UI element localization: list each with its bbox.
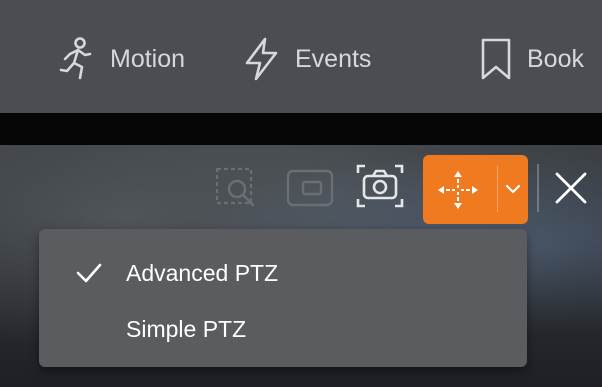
close-icon[interactable]: [553, 170, 589, 206]
nav-item-bookmarks-label: Book: [527, 44, 584, 73]
snapshot-icon[interactable]: [355, 163, 405, 209]
divider-bar: [0, 113, 602, 145]
ptz-move-icon: [438, 171, 478, 209]
ptz-mode-menu: Advanced PTZ Simple PTZ: [39, 229, 527, 367]
checkmark-icon: [76, 263, 102, 283]
lightning-icon: [245, 37, 278, 81]
picture-in-picture-icon[interactable]: [285, 168, 335, 208]
zoom-region-icon[interactable]: [213, 165, 259, 211]
nav-item-bookmarks[interactable]: Book: [479, 34, 584, 84]
nav-item-motion-label: Motion: [110, 44, 186, 73]
bookmark-icon: [481, 38, 511, 80]
toolbar-separator: [537, 164, 539, 212]
ptz-button-divider: [497, 166, 498, 212]
menu-item-advanced-ptz[interactable]: Advanced PTZ: [39, 251, 527, 295]
nav-item-motion[interactable]: Motion: [56, 34, 185, 84]
ptz-button[interactable]: [423, 155, 528, 224]
nav-item-events[interactable]: Events: [243, 34, 371, 84]
menu-item-label: Advanced PTZ: [126, 259, 279, 286]
menu-item-label: Simple PTZ: [126, 315, 247, 342]
nav-item-events-label: Events: [295, 44, 372, 73]
motion-icon: [59, 37, 92, 80]
top-navigation-bar: Motion Events Book: [0, 0, 602, 113]
menu-item-simple-ptz[interactable]: Simple PTZ: [39, 307, 527, 351]
chevron-down-icon[interactable]: [505, 183, 521, 195]
